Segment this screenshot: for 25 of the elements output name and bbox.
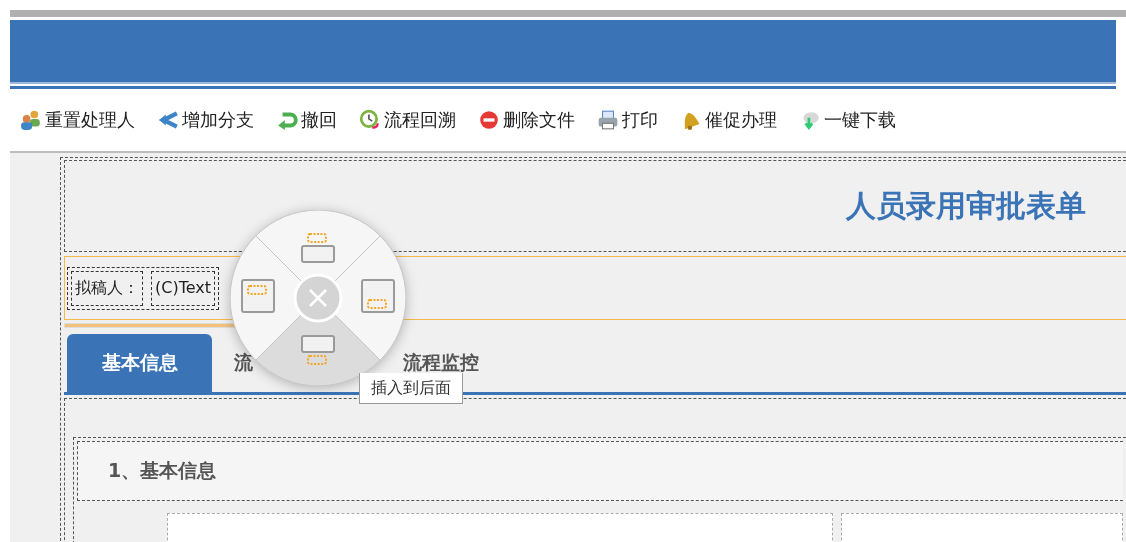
toolbar-button[interactable]: 增加分支 <box>157 108 254 132</box>
toolbar-button[interactable]: 重置处理人 <box>20 108 135 132</box>
toolbar-button[interactable]: 打印 <box>597 108 658 132</box>
clock-icon <box>359 109 381 131</box>
drafter-value: (C)Text <box>151 270 215 306</box>
tab[interactable]: 基本信息 <box>67 334 212 392</box>
insert-position-icon <box>302 336 334 364</box>
close-icon[interactable] <box>293 273 343 323</box>
section-title: 1、基本信息 <box>108 458 217 483</box>
insert-position-icon <box>362 280 394 312</box>
tooltip: 插入到后面 <box>359 373 463 404</box>
toolbar-button[interactable]: 催促办理 <box>680 108 777 132</box>
drafter-label: 拟稿人： <box>71 270 143 306</box>
toolbar-button[interactable]: 撤回 <box>276 108 337 132</box>
users-icon <box>20 109 42 131</box>
branch-arrows-icon <box>157 109 179 131</box>
toolbar-button[interactable]: 流程回溯 <box>359 108 456 132</box>
insert-position-icon <box>302 234 334 262</box>
tab[interactable]: 流 <box>212 334 253 392</box>
form-title: 人员录用审批表单 <box>846 186 1086 225</box>
delete-icon <box>478 109 500 131</box>
insert-position-icon <box>242 280 274 312</box>
toolbar-button[interactable]: 删除文件 <box>478 108 575 132</box>
toolbar-button[interactable]: 一键下载 <box>799 108 896 132</box>
printer-icon <box>597 109 619 131</box>
